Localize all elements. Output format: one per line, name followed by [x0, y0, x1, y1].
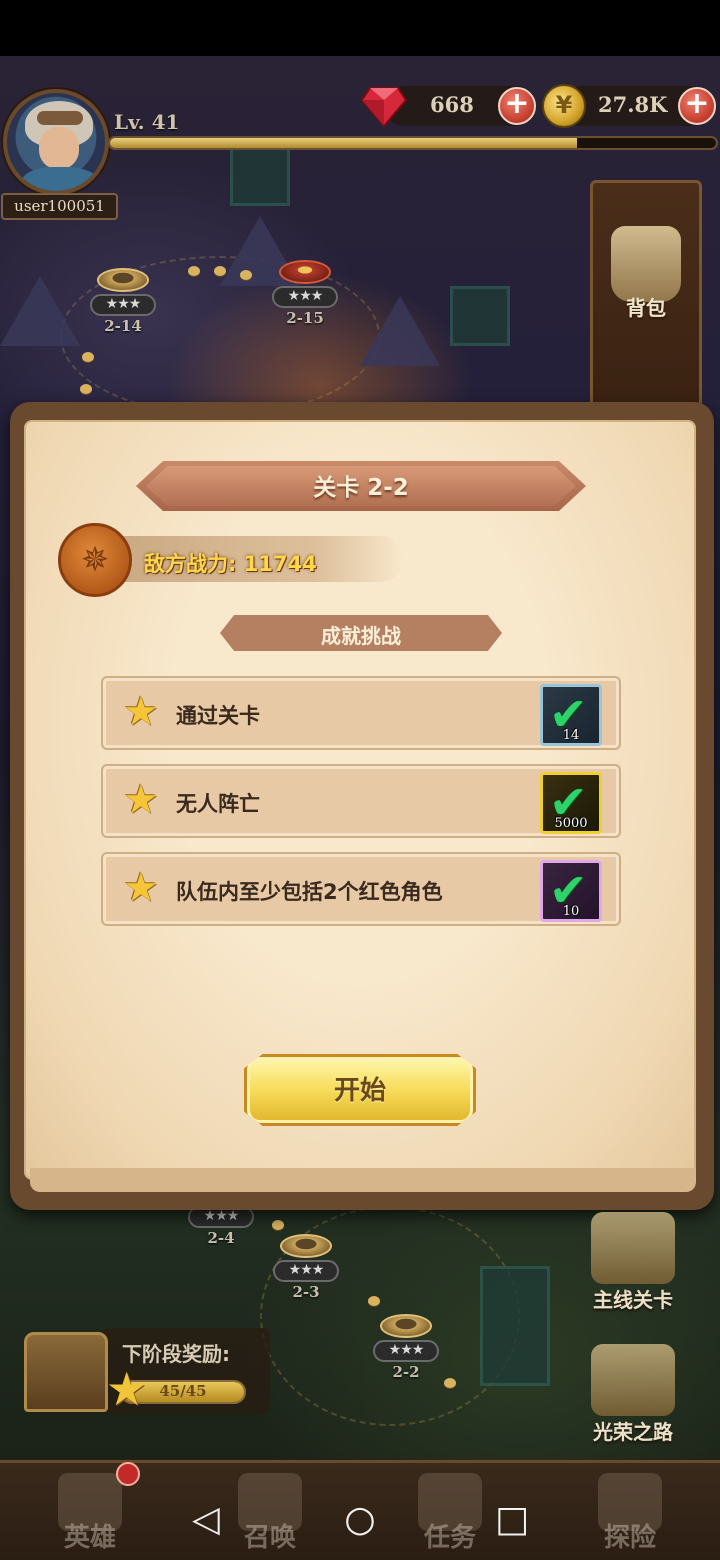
- player-level: Lv. 41: [114, 110, 180, 134]
- glory-road-label: 光荣之路: [593, 1420, 673, 1444]
- star-icon: ★: [123, 777, 159, 823]
- stage-stars: ★★★: [273, 1260, 339, 1282]
- reward-progress-text: 45/45: [159, 1382, 207, 1400]
- stage-pad: [97, 268, 149, 292]
- challenge-row: ★ 无人阵亡 ✔ 5000: [101, 764, 621, 838]
- stage-node-2-3[interactable]: ★★★ 2-3: [271, 1234, 341, 1301]
- stage-pad-current: [279, 260, 331, 284]
- wax-seal-icon: ✵: [58, 523, 132, 597]
- challenge-row: ★ 队伍内至少包括2个红色角色 ✔ 10: [101, 852, 621, 926]
- path-dot: [214, 266, 226, 276]
- stage-stars: ★★★: [373, 1340, 439, 1362]
- stage-node-2-2[interactable]: ★★★ 2-2: [371, 1314, 441, 1381]
- bag-label: 背包: [626, 296, 666, 320]
- add-gold-button[interactable]: +: [678, 87, 716, 125]
- stage-label: 2-14: [104, 317, 142, 335]
- tower-decoration: [480, 1266, 550, 1386]
- add-gems-button[interactable]: +: [498, 87, 536, 125]
- path-dot: [82, 352, 94, 362]
- stage-label: 2-4: [207, 1229, 235, 1247]
- reward-quantity: 14: [562, 728, 580, 743]
- player-avatar[interactable]: [3, 89, 109, 195]
- xp-bar: [108, 136, 718, 150]
- challenge-row: ★ 通过关卡 ✔ 14: [101, 676, 621, 750]
- system-nav-bar: ◁ ○ □: [0, 1480, 720, 1560]
- bag-button[interactable]: 背包: [606, 226, 686, 322]
- tent-decoration: [360, 296, 440, 366]
- cage-decoration: [230, 146, 290, 206]
- cart-icon: [591, 1212, 675, 1284]
- section-title: 成就挑战: [321, 624, 401, 648]
- star-icon: ★: [123, 865, 159, 911]
- stage-node-2-14[interactable]: ★★★ 2-14: [88, 268, 158, 335]
- home-icon[interactable]: ○: [340, 1500, 380, 1540]
- dialog-title: 关卡 2-2: [313, 475, 409, 501]
- status-bar: [0, 0, 720, 56]
- stage-stars: ★★★: [90, 294, 156, 316]
- main-stage-label: 主线关卡: [593, 1288, 673, 1312]
- start-button-label[interactable]: 开始: [244, 1070, 476, 1107]
- back-icon[interactable]: ◁: [186, 1500, 226, 1540]
- reward-quantity: 10: [562, 904, 580, 919]
- stage-node-2-4[interactable]: ★★★ 2-4: [186, 1204, 256, 1247]
- treasure-chest-icon: [24, 1332, 108, 1412]
- gem-icon: [360, 87, 408, 128]
- gold-amount: 27.8K: [598, 92, 668, 117]
- compass-icon: ✵: [80, 540, 110, 580]
- dialog-scroll-edge: [30, 1168, 696, 1192]
- glory-road-button[interactable]: 光荣之路: [578, 1344, 688, 1445]
- path-dot: [188, 266, 200, 276]
- username-label: user100051: [1, 193, 118, 220]
- reward-item[interactable]: ✔ 10: [540, 860, 602, 922]
- reward-item[interactable]: ✔ 5000: [540, 772, 602, 834]
- stage-label: 2-2: [392, 1363, 420, 1381]
- enemy-power: 敌方战力: 11744: [144, 552, 317, 576]
- main-stage-button[interactable]: 主线关卡: [578, 1212, 688, 1313]
- reward-quantity: 5000: [554, 816, 588, 831]
- challenge-text: 通过关卡: [176, 704, 260, 728]
- path-dot: [240, 270, 252, 280]
- stage-label: 2-15: [286, 309, 324, 327]
- cage-decoration: [450, 286, 510, 346]
- gem-amount: 668: [430, 92, 474, 117]
- path-dot: [272, 1220, 284, 1230]
- star-icon: ★: [123, 689, 159, 735]
- path-dot: [368, 1296, 380, 1306]
- recent-apps-icon[interactable]: □: [492, 1500, 532, 1540]
- path-dot: [80, 384, 92, 394]
- stage-label: 2-3: [292, 1283, 320, 1301]
- map-scroll-icon: [591, 1344, 675, 1416]
- backpack-icon: [611, 226, 681, 302]
- stage-pad: [380, 1314, 432, 1338]
- stage-stars: ★★★: [272, 286, 338, 308]
- path-dot: [444, 1378, 456, 1388]
- gold-coin-icon: ¥: [542, 84, 586, 128]
- stage-node-2-15[interactable]: ★★★ 2-15: [270, 260, 340, 327]
- challenge-text: 队伍内至少包括2个红色角色: [176, 880, 443, 904]
- stage-pad: [280, 1234, 332, 1258]
- reward-item[interactable]: ✔ 14: [540, 684, 602, 746]
- challenge-text: 无人阵亡: [176, 792, 260, 816]
- tent-decoration: [0, 276, 80, 346]
- xp-bar-fill: [110, 138, 577, 148]
